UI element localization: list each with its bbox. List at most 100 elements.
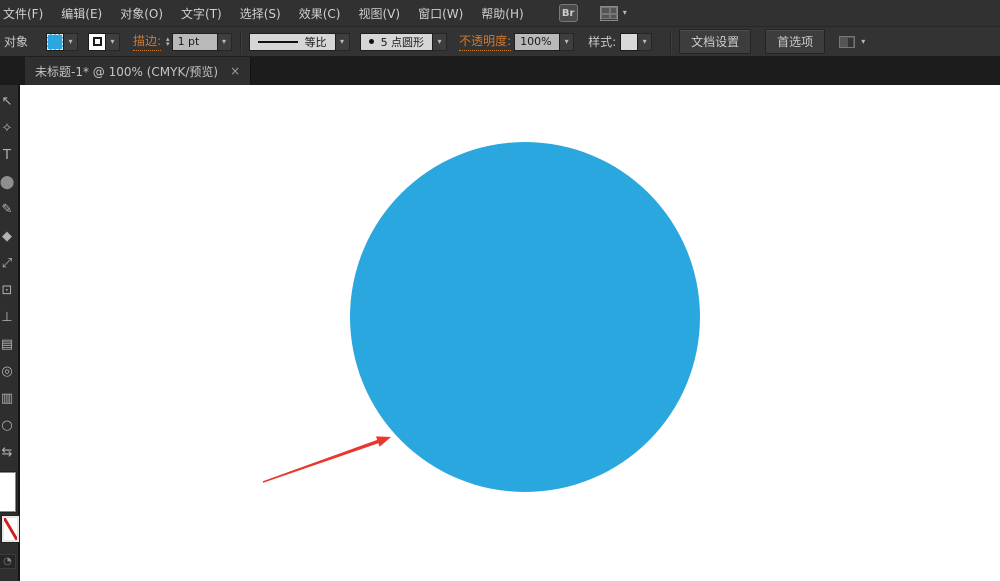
close-icon[interactable]: × — [230, 64, 240, 78]
width-tool-icon: ⊥ — [1, 310, 13, 325]
opacity-input[interactable]: 100% — [514, 32, 561, 51]
magic-wand-tool[interactable]: ✧ — [0, 115, 18, 142]
brush-dropdown[interactable]: ▾ — [433, 32, 448, 51]
hand-tool-icon: ⇆ — [1, 445, 13, 460]
menu-window[interactable]: 窗口(W) — [409, 5, 472, 22]
menu-items: 文件(F) 编辑(E) 对象(O) 文字(T) 选择(S) 效果(C) 视图(V… — [0, 5, 533, 22]
stroke-weight-dropdown[interactable]: ▾ — [217, 32, 232, 51]
gradient-button[interactable]: ◔ — [0, 554, 16, 569]
blend-tool-icon: ▤ — [0, 337, 14, 352]
stroke-profile-preview — [257, 40, 298, 43]
chevron-down-icon: ▾ — [110, 36, 115, 46]
pencil-icon: ✎ — [1, 202, 13, 217]
selection-tool[interactable]: ↖ — [0, 88, 18, 115]
document-tab-bar: 未标题-1* @ 100% (CMYK/预览) × — [0, 57, 1000, 85]
fill-color-swatch[interactable] — [46, 32, 64, 51]
fill-color-dropdown[interactable]: ▾ — [64, 32, 78, 51]
zoom-tool[interactable]: ○ — [0, 412, 18, 439]
stroke-weight-stepper[interactable]: ▴ ▾ — [166, 35, 170, 48]
preferences-button[interactable]: 首选项 — [765, 29, 826, 54]
blue-circle-shape[interactable] — [350, 142, 700, 492]
tools-panel: ↖ ✧ T ⬤ ✎ ◆ ⤢ ⊡ ⊥ ▤ ◎ ▥ ○ ⇆ ◔ — [0, 85, 20, 581]
chevron-down-icon: ▾ — [642, 36, 647, 46]
menu-select[interactable]: 选择(S) — [231, 5, 290, 22]
graph-tool[interactable]: ▥ — [0, 385, 18, 412]
artwork-layer — [262, 142, 700, 492]
step-down-icon: ▾ — [166, 39, 170, 48]
separator — [239, 29, 241, 54]
eraser-tool[interactable]: ◆ — [0, 223, 18, 250]
menu-view[interactable]: 视图(V) — [349, 5, 409, 22]
zoom-tool-icon: ○ — [1, 418, 13, 433]
menu-edit[interactable]: 编辑(E) — [52, 5, 111, 22]
stroke-color-control: ▾ — [88, 32, 120, 51]
arrange-panel-control[interactable]: ▾ — [839, 35, 866, 48]
separator — [670, 29, 672, 54]
control-bar: 对象 ▾ ▾ 描边: ▴ ▾ 1 pt ▾ 等比 ▾ 5 点圆形 ▾ 不透明度: — [0, 27, 1000, 57]
ellipse-tool-icon: ⬤ — [0, 175, 15, 190]
artboard-icon: ⊡ — [1, 283, 13, 298]
shape-builder-tool[interactable]: ◎ — [0, 358, 18, 385]
chevron-down-icon: ▾ — [437, 36, 442, 46]
menu-type[interactable]: 文字(T) — [172, 5, 231, 22]
width-profile-dropdown[interactable]: ▾ — [335, 32, 350, 51]
width-profile-select[interactable]: 等比 — [248, 32, 336, 51]
shape-builder-icon: ◎ — [1, 364, 13, 379]
chevron-down-icon: ▾ — [340, 36, 345, 46]
chevron-down-icon: ▾ — [564, 36, 569, 46]
document-setup-button[interactable]: 文档设置 — [679, 29, 752, 54]
chevron-down-icon: ▾ — [222, 36, 227, 46]
workspace-switcher[interactable]: ▾ — [599, 5, 627, 21]
eraser-icon: ◆ — [2, 229, 12, 244]
brush-value: 5 点圆形 — [380, 35, 425, 49]
pencil-tool[interactable]: ✎ — [0, 196, 18, 223]
document-tab-title: 未标题-1* @ 100% (CMYK/预览) — [35, 64, 219, 79]
artboard-canvas[interactable] — [20, 85, 1000, 581]
bridge-icon[interactable]: Br — [558, 4, 578, 22]
menu-file[interactable]: 文件(F) — [0, 5, 52, 22]
chevron-down-icon: ▾ — [68, 36, 73, 46]
fill-stroke-indicator — [0, 472, 19, 548]
opacity-label[interactable]: 不透明度: — [459, 32, 512, 51]
gradient-icon: ◔ — [3, 556, 12, 567]
style-label: 样式: — [588, 35, 617, 49]
panel-icon — [839, 35, 856, 48]
fill-color-control: ▾ — [46, 32, 78, 51]
fill-indicator[interactable] — [0, 472, 16, 512]
chevron-down-icon: ▾ — [861, 36, 866, 46]
style-dropdown[interactable]: ▾ — [638, 32, 653, 51]
width-profile-value: 等比 — [304, 35, 327, 49]
stroke-color-dropdown[interactable]: ▾ — [106, 32, 120, 51]
style-swatch[interactable] — [620, 32, 639, 51]
type-tool-icon: T — [3, 148, 11, 163]
ellipse-tool[interactable]: ⬤ — [0, 169, 18, 196]
artboard-tool[interactable]: ⊡ — [0, 277, 18, 304]
stroke-color-swatch[interactable] — [88, 32, 106, 51]
brush-select[interactable]: 5 点圆形 — [359, 32, 434, 51]
context-label: 对象 — [4, 35, 29, 49]
red-annotation-arrow — [262, 436, 391, 483]
stroke-weight-label[interactable]: 描边: — [133, 32, 162, 51]
stroke-weight-input[interactable]: 1 pt — [171, 32, 218, 51]
menu-object[interactable]: 对象(O) — [111, 5, 172, 22]
scale-tool-icon: ⤢ — [1, 256, 13, 271]
style-control: ▾ — [620, 32, 653, 51]
workspace-grid-icon — [599, 5, 618, 21]
magic-wand-icon: ✧ — [1, 121, 13, 136]
width-tool[interactable]: ⊥ — [0, 304, 18, 331]
menu-help[interactable]: 帮助(H) — [472, 5, 532, 22]
hand-tool[interactable]: ⇆ — [0, 439, 18, 466]
chevron-down-icon: ▾ — [622, 8, 627, 17]
graph-tool-icon: ▥ — [0, 391, 14, 406]
type-tool[interactable]: T — [0, 142, 18, 169]
selection-tool-icon: ↖ — [1, 94, 13, 109]
menu-bar: 文件(F) 编辑(E) 对象(O) 文字(T) 选择(S) 效果(C) 视图(V… — [0, 0, 1000, 27]
brush-preview-icon — [368, 39, 374, 44]
document-tab[interactable]: 未标题-1* @ 100% (CMYK/预览) × — [25, 57, 252, 85]
menu-effect[interactable]: 效果(C) — [290, 5, 350, 22]
scale-tool[interactable]: ⤢ — [0, 250, 18, 277]
stroke-square-icon — [92, 37, 102, 46]
stroke-none-indicator[interactable] — [2, 516, 19, 542]
blend-tool[interactable]: ▤ — [0, 331, 18, 358]
opacity-dropdown[interactable]: ▾ — [560, 32, 575, 51]
